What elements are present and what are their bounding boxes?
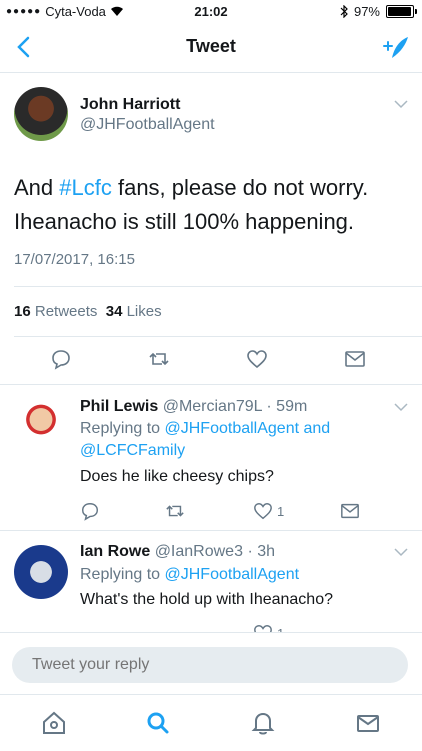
like-count: 1 [277, 503, 285, 519]
direct-message-icon[interactable] [344, 348, 366, 370]
likes-label[interactable]: Likes [127, 303, 162, 320]
reply-icon[interactable] [80, 501, 100, 521]
author-name[interactable]: John Harriott [80, 96, 180, 114]
reply-time: · 59m [266, 398, 308, 415]
search-icon[interactable] [144, 709, 172, 737]
replying-to-prefix: Replying to [80, 420, 165, 437]
home-icon[interactable] [40, 709, 68, 737]
reply-text: Does he like cheesy chips? [80, 468, 274, 485]
retweet-icon[interactable] [165, 501, 185, 521]
reply-author-handle[interactable]: @Mercian79L [163, 398, 262, 415]
like-count[interactable]: 34 [106, 303, 123, 320]
status-right: 97% [340, 4, 417, 19]
like-button[interactable]: 1 [253, 501, 284, 521]
reply-author-handle[interactable]: @IanRowe3 [155, 543, 243, 560]
direct-message-icon[interactable] [340, 501, 360, 521]
author-handle[interactable]: @JHFootballAgent [80, 116, 215, 134]
like-heart-icon[interactable] [246, 348, 268, 370]
reply-input[interactable] [12, 647, 408, 683]
battery-fill [388, 7, 412, 16]
avatar[interactable] [14, 545, 68, 599]
retweet-icon[interactable] [148, 348, 170, 370]
retweet-count[interactable]: 16 [14, 303, 31, 320]
hashtag-link[interactable]: #Lcfc [59, 175, 112, 200]
tweet-actions [0, 348, 422, 376]
divider [14, 336, 422, 337]
tweet-text-start: And [14, 175, 60, 200]
replying-to: Replying to @JHFootballAgent and @LCFCFa… [80, 418, 400, 462]
replying-to-link[interactable]: @JHFootballAgent [165, 566, 300, 583]
avatar[interactable] [14, 399, 68, 453]
divider [14, 286, 422, 287]
replying-to-prefix: Replying to [80, 566, 165, 583]
chevron-down-icon[interactable] [394, 547, 408, 557]
messages-icon[interactable] [354, 709, 382, 737]
reply-author[interactable]: Ian Rowe @IanRowe3 · 3h [80, 543, 275, 561]
tab-bar [0, 694, 422, 751]
page-title: Tweet [186, 36, 236, 56]
compose-tweet-icon[interactable] [380, 32, 410, 62]
tweet-text: And #Lcfc fans, please do not worry. Ihe… [14, 171, 414, 239]
divider [0, 530, 422, 531]
tweet-stats: 16 Retweets 34 Likes [14, 303, 162, 320]
battery-icon [386, 5, 417, 18]
chevron-down-icon[interactable] [394, 402, 408, 412]
reply-author-name[interactable]: Phil Lewis [80, 398, 158, 415]
reply-text: What's the hold up with Iheanacho? [80, 591, 333, 608]
reply-icon[interactable] [50, 348, 72, 370]
avatar[interactable] [14, 87, 68, 141]
reply-composer [0, 632, 422, 695]
tweet-timestamp: 17/07/2017, 16:15 [14, 251, 135, 268]
replying-to: Replying to @JHFootballAgent [80, 564, 400, 586]
retweets-label[interactable]: Retweets [35, 303, 98, 320]
navigation-bar: Tweet [0, 22, 422, 73]
bluetooth-icon [340, 5, 348, 18]
reply-author-name[interactable]: Ian Rowe [80, 543, 150, 560]
chevron-down-icon[interactable] [394, 99, 408, 109]
divider [0, 384, 422, 385]
like-heart-icon [254, 502, 272, 520]
battery-percent: 97% [353, 4, 380, 19]
notifications-bell-icon[interactable] [249, 709, 277, 737]
reply-author[interactable]: Phil Lewis @Mercian79L · 59m [80, 398, 307, 416]
reply-time: · 3h [247, 543, 276, 560]
status-bar: ●●●●● Cyta-Voda 21:02 97% [0, 0, 422, 22]
